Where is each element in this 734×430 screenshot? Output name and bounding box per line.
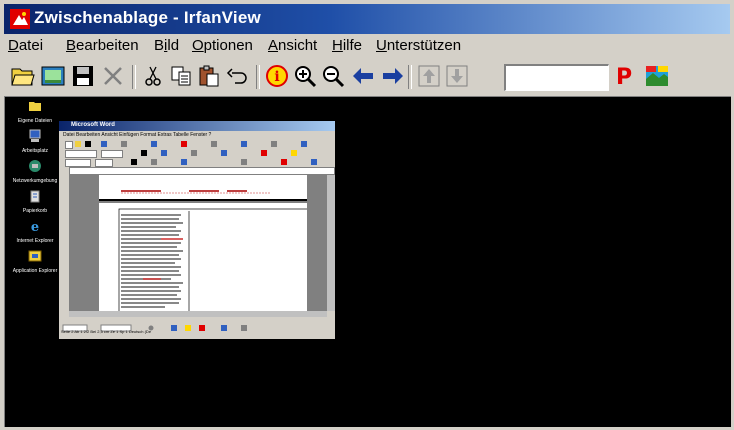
recycle-bin-icon xyxy=(30,190,40,203)
undo-icon[interactable] xyxy=(224,63,250,89)
window-title: Zwischenablage - IrfanView xyxy=(34,8,261,27)
print-button[interactable]: P xyxy=(616,65,632,90)
captured-word-menu: Datei Bearbeiten Ansicht Einfügen Format… xyxy=(63,132,212,138)
captured-word-vertical-scrollbar xyxy=(327,175,335,311)
svg-text:e: e xyxy=(31,220,39,233)
zoom-out-icon[interactable] xyxy=(320,63,346,89)
captured-word-ruler xyxy=(69,167,335,175)
cut-icon[interactable] xyxy=(140,63,166,89)
image-canvas[interactable]: Eigene Dateien Arbeitsplatz Netzwerkumge… xyxy=(4,96,731,427)
paint-icon[interactable] xyxy=(644,63,670,89)
page-up-icon[interactable] xyxy=(416,63,442,89)
captured-word-toolbar-1 xyxy=(61,140,333,149)
toolbar-separator xyxy=(256,65,260,89)
captured-word-toolbar-2 xyxy=(61,149,333,158)
delete-icon[interactable] xyxy=(100,63,126,89)
slideshow-icon[interactable] xyxy=(40,63,66,89)
svg-text:i: i xyxy=(274,69,279,85)
menu-bearbeiten[interactable]: Bearbeiten xyxy=(66,37,139,54)
page-number-input[interactable] xyxy=(504,64,609,91)
desktop-icon-netzwerkumgebung[interactable]: Netzwerkumgebung xyxy=(5,159,65,184)
menu-hilfe[interactable]: Hilfe xyxy=(332,37,362,54)
captured-word-horizontal-scrollbar xyxy=(69,311,327,317)
title-bar[interactable]: Zwischenablage - IrfanView xyxy=(4,4,730,34)
next-arrow-icon[interactable] xyxy=(380,63,406,89)
captured-word-document xyxy=(69,175,327,316)
desktop-icon-arbeitsplatz[interactable]: Arbeitsplatz xyxy=(5,129,65,154)
previous-arrow-icon[interactable] xyxy=(350,63,376,89)
menu-ansicht[interactable]: Ansicht xyxy=(268,37,317,54)
captured-word-titlebar: Microsoft Word xyxy=(59,121,335,131)
menu-unterstuetzen[interactable]: Unterstützen xyxy=(376,37,461,54)
computer-icon xyxy=(29,129,41,142)
captured-word-statusbar: Seite 2 Ab 1 2/2 Bei 2,5 cm Ze 1 Sp 1 De… xyxy=(61,329,152,334)
network-icon xyxy=(29,160,41,172)
open-folder-icon[interactable] xyxy=(10,63,36,89)
irfanview-window: Zwischenablage - IrfanView Datei Bearbei… xyxy=(0,0,734,430)
explorer-icon xyxy=(28,250,42,262)
folder-icon xyxy=(29,102,41,111)
toolbar: i P xyxy=(4,60,730,94)
save-icon[interactable] xyxy=(70,63,96,89)
captured-word-drawing-toolbar xyxy=(61,319,333,332)
menu-optionen[interactable]: Optionen xyxy=(192,37,253,54)
irfanview-app-icon xyxy=(10,9,30,29)
captured-word-title: Microsoft Word xyxy=(71,122,115,128)
captured-word-window: Microsoft Word Datei Bearbeiten Ansicht … xyxy=(59,121,335,339)
zoom-in-icon[interactable] xyxy=(292,63,318,89)
desktop-icon-eigene-dateien[interactable]: Eigene Dateien xyxy=(5,99,65,124)
desktop-icon-application-explorer[interactable]: Application Explorer xyxy=(5,249,65,274)
desktop-icon-papierkorb[interactable]: Papierkorb xyxy=(5,189,65,214)
toolbar-separator xyxy=(132,65,136,89)
captured-word-page-1 xyxy=(99,175,307,201)
captured-word-toolbar-3 xyxy=(61,158,333,167)
ie-icon: e xyxy=(31,220,39,235)
captured-word-page-2 xyxy=(99,203,310,316)
menu-bild[interactable]: Bild xyxy=(154,37,179,54)
toolbar-separator xyxy=(408,65,412,89)
info-icon[interactable]: i xyxy=(264,63,290,89)
menu-datei[interactable]: Datei xyxy=(8,37,43,54)
copy-icon[interactable] xyxy=(168,63,194,89)
menu-bar: Datei Bearbeiten Bild Optionen Ansicht H… xyxy=(4,35,730,59)
page-down-icon[interactable] xyxy=(444,63,470,89)
desktop-icon-internet-explorer[interactable]: e Internet Explorer xyxy=(5,219,65,244)
paste-icon[interactable] xyxy=(196,63,222,89)
